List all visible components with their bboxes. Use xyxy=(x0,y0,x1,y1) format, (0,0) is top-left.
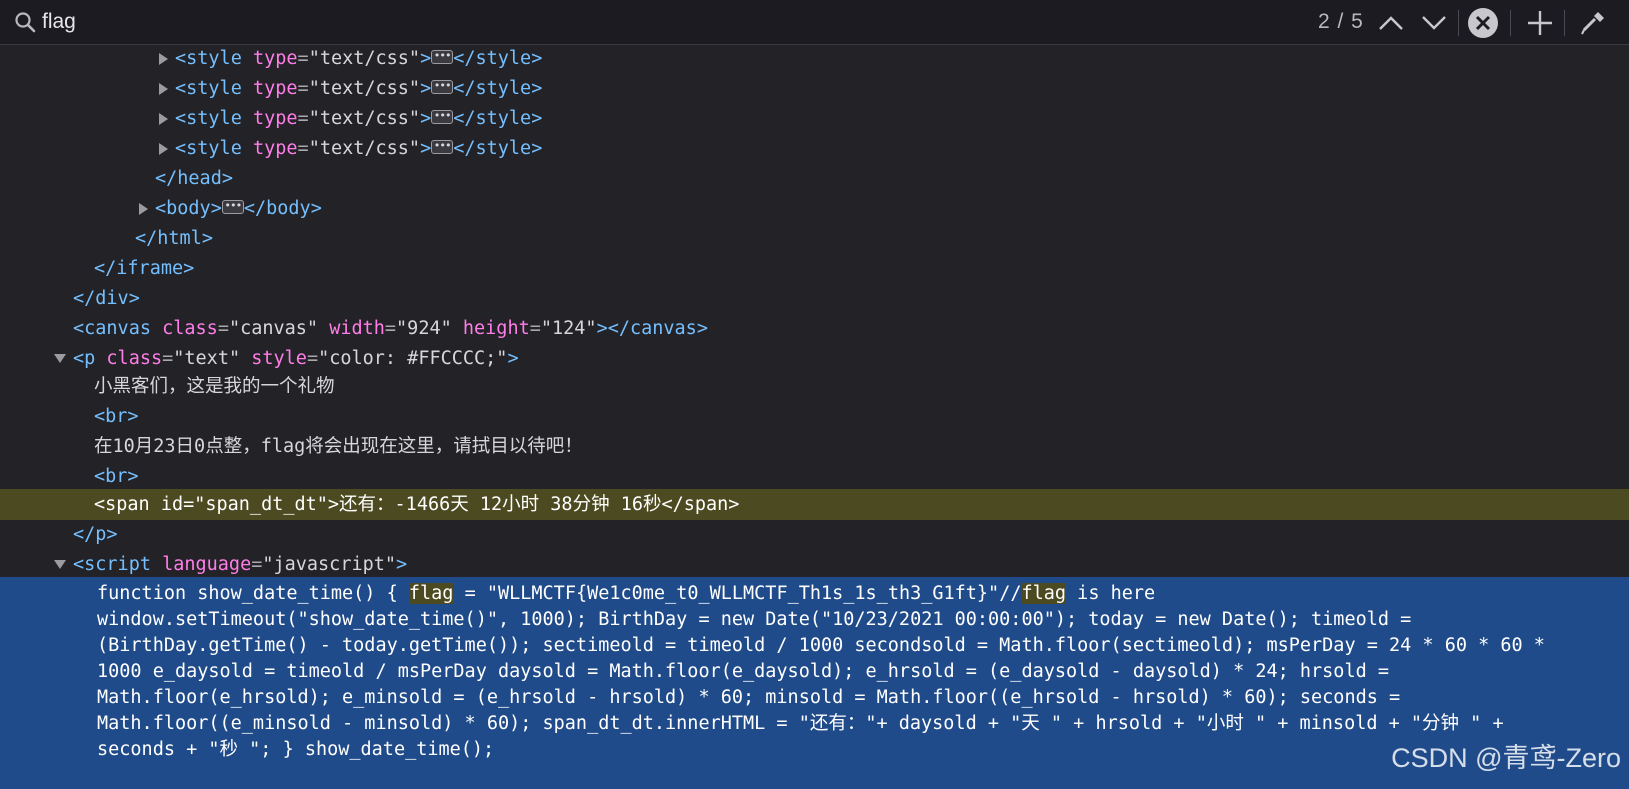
tree-node-iframe-close[interactable]: </iframe> xyxy=(0,253,1629,284)
tree-node-script[interactable]: <script language="javascript"> xyxy=(0,549,1629,580)
expand-arrow-icon[interactable] xyxy=(136,193,150,224)
tree-node-head-close[interactable]: </head> xyxy=(0,163,1629,194)
tree-node-html-close[interactable]: </html> xyxy=(0,223,1629,254)
close-circle-icon xyxy=(1468,8,1498,38)
tree-node-style[interactable]: <style type="text/css"> ••• </style> xyxy=(0,103,1629,134)
plus-icon xyxy=(1528,11,1552,35)
tree-node-canvas[interactable]: <canvas class="canvas" width="924" heigh… xyxy=(0,313,1629,344)
divider xyxy=(1458,10,1459,36)
eyedropper-icon xyxy=(1581,12,1604,35)
collapsed-content-badge[interactable]: ••• xyxy=(431,110,454,124)
search-match: flag xyxy=(1021,583,1067,604)
selected-script-text-node[interactable]: function show_date_time() { flag = "WLLM… xyxy=(0,577,1629,789)
collapsed-content-badge[interactable]: ••• xyxy=(221,200,244,214)
match-count: 2 / 5 xyxy=(1318,10,1364,33)
tree-node-style[interactable]: <style type="text/css"> ••• </style> xyxy=(0,73,1629,104)
add-node-button[interactable] xyxy=(1523,6,1557,40)
tree-node-style[interactable]: <style type="text/css"> ••• </style> xyxy=(0,133,1629,164)
tree-node-body[interactable]: <body> ••• </body> xyxy=(0,193,1629,224)
tree-node-style[interactable]: <style type="text/css"> ••• </style> xyxy=(0,45,1629,74)
search-icon xyxy=(15,12,36,33)
collapsed-content-badge[interactable]: ••• xyxy=(431,50,454,64)
color-picker-button[interactable] xyxy=(1576,6,1610,40)
tree-node-p-close[interactable]: </p> xyxy=(0,519,1629,550)
collapsed-content-badge[interactable]: ••• xyxy=(431,140,454,154)
tree-node-text[interactable]: 小黑客们，这是我的一个礼物 xyxy=(0,371,1629,402)
chevron-up-icon xyxy=(1379,16,1403,30)
collapse-arrow-icon[interactable] xyxy=(53,549,67,580)
previous-match-button[interactable] xyxy=(1374,6,1408,40)
tree-node-br[interactable]: <br> xyxy=(0,401,1629,432)
search-match: flag xyxy=(408,583,454,604)
tree-node-span-highlighted[interactable]: <span id="span_dt_dt">还有：-1466天 12小时 38分… xyxy=(0,489,1629,520)
tree-node-br[interactable]: <br> xyxy=(0,461,1629,492)
script-source: function show_date_time() { flag = "WLLM… xyxy=(97,583,1545,760)
search-input[interactable] xyxy=(42,8,642,36)
divider xyxy=(1564,10,1565,36)
tree-node-text[interactable]: 在10月23日0点整，flag将会出现在这里，请拭目以待吧！ xyxy=(0,431,1629,462)
clear-search-button[interactable] xyxy=(1466,6,1500,40)
watermark: CSDN @青鸢-Zero xyxy=(1391,743,1621,773)
collapse-arrow-icon[interactable] xyxy=(53,343,67,374)
divider xyxy=(1510,10,1511,36)
next-match-button[interactable] xyxy=(1417,6,1451,40)
expand-arrow-icon[interactable] xyxy=(156,103,170,134)
tree-node-p[interactable]: <p class="text" style="color: #FFCCCC;"> xyxy=(0,343,1629,374)
expand-arrow-icon[interactable] xyxy=(156,73,170,104)
collapsed-content-badge[interactable]: ••• xyxy=(431,80,454,94)
expand-arrow-icon[interactable] xyxy=(156,133,170,164)
tree-node-div-close[interactable]: </div> xyxy=(0,283,1629,314)
chevron-down-icon xyxy=(1422,16,1446,30)
find-bar: 2 / 5 xyxy=(0,0,1629,45)
expand-arrow-icon[interactable] xyxy=(156,45,170,74)
